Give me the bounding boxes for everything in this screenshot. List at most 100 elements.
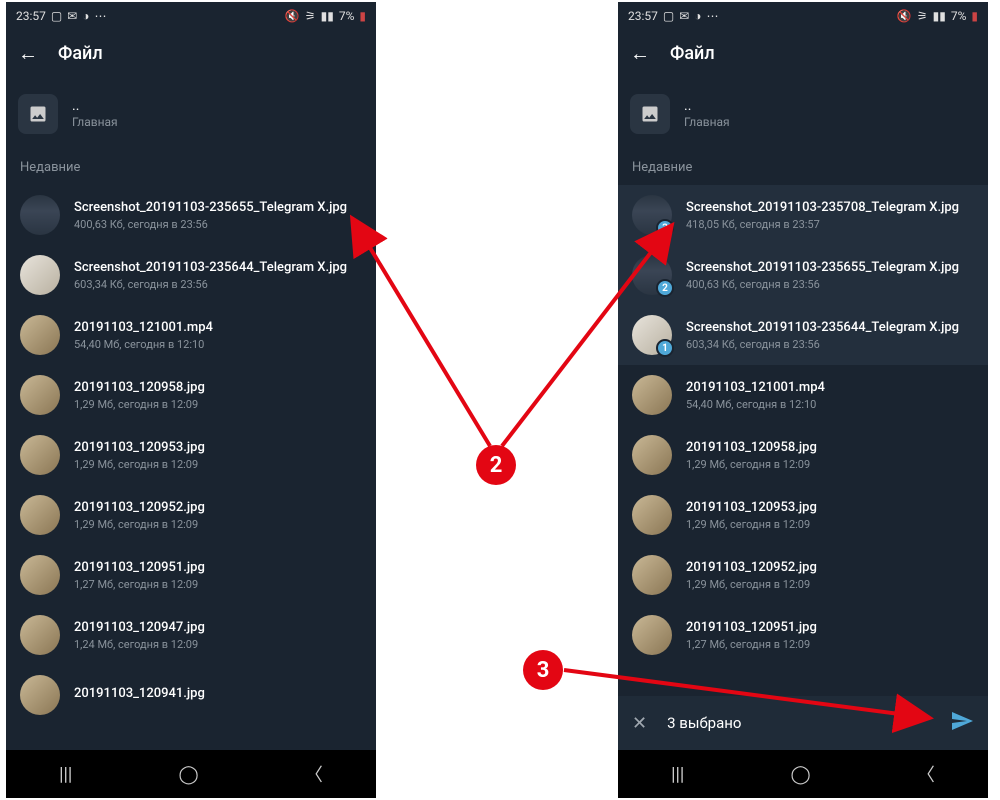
file-row[interactable]: 20191103_120958.jpg 1,29 Мб, сегодня в 12…: [618, 425, 988, 485]
file-row[interactable]: 20191103_120952.jpg1,29 Мб, сегодня в 12…: [618, 545, 988, 605]
file-thumbnail: [20, 675, 60, 715]
file-meta: 1,29 Мб, сегодня в 12:09: [686, 578, 974, 591]
file-thumbnail: 1: [632, 315, 672, 355]
file-meta: 1,29 Мб, сегодня в 12:09: [686, 458, 974, 471]
file-thumbnail: [632, 375, 672, 415]
file-name: 20191103_120953.jpg: [74, 440, 362, 455]
callout-2: 2: [476, 445, 516, 485]
file-meta: 418,05 Кб, сегодня в 23:57: [686, 218, 974, 231]
file-name: Screenshot_20191103-235708_Telegram X.jp…: [686, 200, 974, 215]
home-button[interactable]: ◯: [179, 764, 199, 785]
back-nav-button[interactable]: 〈: [305, 761, 323, 787]
file-list: 3 Screenshot_20191103-235708_Telegram X.j…: [618, 185, 988, 665]
file-thumbnail: [20, 195, 60, 235]
image-icon: [18, 94, 58, 134]
file-thumbnail: [20, 375, 60, 415]
status-time: 23:57: [16, 9, 46, 23]
battery-text: 7%: [951, 9, 967, 23]
mail-icon: ✉: [67, 9, 77, 23]
file-meta: 603,34 Кб, сегодня в 23:56: [74, 278, 362, 291]
file-thumbnail: [20, 435, 60, 475]
section-recent: Недавние: [6, 152, 376, 185]
file-row[interactable]: 20191103_120952.jpg1,29 Мб, сегодня в 12…: [6, 485, 376, 545]
file-row[interactable]: 2 Screenshot_20191103-235655_Telegram X.j…: [618, 245, 988, 305]
file-row[interactable]: 1 Screenshot_20191103-235644_Telegram X.j…: [618, 305, 988, 365]
file-row[interactable]: 20191103_120958.jpg1,29 Мб, сегодня в 12…: [6, 365, 376, 425]
file-row[interactable]: 20191103_120951.jpg1,27 Мб, сегодня в 12…: [618, 605, 988, 665]
section-recent: Недавние: [618, 152, 988, 185]
wifi-icon: ⚞: [917, 9, 928, 23]
file-thumbnail: [20, 615, 60, 655]
page-title: Файл: [58, 43, 103, 64]
file-name: 20191103_121001.mp4: [686, 380, 974, 395]
home-button[interactable]: ◯: [791, 764, 811, 785]
file-meta: 1,29 Мб, сегодня в 12:09: [74, 398, 362, 411]
mute-icon: 🔇: [897, 9, 912, 23]
android-nav-bar: ||| ◯ 〈: [618, 750, 988, 798]
file-thumbnail: 2: [632, 255, 672, 295]
file-row[interactable]: Screenshot_20191103-235655_Telegram X.jp…: [6, 185, 376, 245]
wifi-icon: ⚞: [305, 9, 316, 23]
page-title: Файл: [670, 43, 715, 64]
file-thumbnail: [632, 435, 672, 475]
recents-button[interactable]: |||: [671, 764, 684, 785]
status-bar: 23:57 ▢ ✉ ◑ ⋯ 🔇 ⚞ ▮▮ 7% ▮: [6, 2, 376, 30]
folder-up-row[interactable]: .. Главная: [618, 76, 988, 152]
app-bar: ← Файл: [618, 30, 988, 76]
file-name: Screenshot_20191103-235655_Telegram X.jp…: [686, 260, 974, 275]
file-row[interactable]: Screenshot_20191103-235644_Telegram X.jp…: [6, 245, 376, 305]
file-list: Screenshot_20191103-235655_Telegram X.jp…: [6, 185, 376, 725]
clear-selection-button[interactable]: ✕: [632, 713, 647, 734]
file-row[interactable]: 20191103_120953.jpg 1,29 Мб, сегодня в 12…: [6, 425, 376, 485]
mail-icon: ✉: [679, 9, 689, 23]
back-nav-button[interactable]: 〈: [917, 761, 935, 787]
file-thumbnail: [632, 615, 672, 655]
selection-badge: 1: [656, 339, 674, 357]
recents-button[interactable]: |||: [59, 764, 72, 785]
folder-home-label: Главная: [684, 115, 730, 129]
file-row[interactable]: 20191103_120951.jpg1,27 Мб, сегодня в 12…: [6, 545, 376, 605]
battery-text: 7%: [339, 9, 355, 23]
file-row[interactable]: 20191103_120941.jpg: [6, 665, 376, 725]
send-button[interactable]: [950, 709, 974, 737]
file-thumbnail: [20, 555, 60, 595]
file-meta: 1,29 Мб, сегодня в 12:09: [74, 518, 362, 531]
file-meta: 54,40 Мб, сегодня в 12:10: [686, 398, 974, 411]
back-button[interactable]: ←: [18, 41, 38, 66]
file-thumbnail: [20, 255, 60, 295]
file-row[interactable]: 20191103_120947.jpg 1,24 Мб, сегодня в 12…: [6, 605, 376, 665]
phone-screen-left: 23:57 ▢ ✉ ◑ ⋯ 🔇 ⚞ ▮▮ 7% ▮ ← Файл .. Глав…: [6, 2, 376, 798]
battery-icon: ▮: [359, 9, 366, 23]
file-name: 20191103_120958.jpg: [686, 440, 974, 455]
file-meta: 1,29 Мб, сегодня в 12:09: [74, 458, 362, 471]
file-name: 20191103_120947.jpg: [74, 620, 362, 635]
image-icon: [630, 94, 670, 134]
signal-icon: ▮▮: [933, 9, 946, 23]
file-name: Screenshot_20191103-235655_Telegram X.jp…: [74, 200, 362, 215]
battery-icon: ▮: [971, 9, 978, 23]
android-nav-bar: ||| ◯ 〈: [6, 750, 376, 798]
file-thumbnail: [20, 315, 60, 355]
file-name: 20191103_120951.jpg: [74, 560, 362, 575]
folder-up-row[interactable]: .. Главная: [6, 76, 376, 152]
selection-badge: 2: [656, 279, 674, 297]
more-icon: ⋯: [707, 9, 719, 23]
file-meta: 1,24 Мб, сегодня в 12:09: [74, 638, 362, 651]
selection-badge: 3: [656, 219, 674, 237]
file-name: 20191103_120953.jpg: [686, 500, 974, 515]
file-row[interactable]: 20191103_121001.mp454,40 Мб, сегодня в 1…: [6, 305, 376, 365]
file-row[interactable]: 20191103_120953.jpg 1,29 Мб, сегодня в 12…: [618, 485, 988, 545]
file-meta: 1,29 Мб, сегодня в 12:09: [686, 518, 974, 531]
file-name: Screenshot_20191103-235644_Telegram X.jp…: [686, 320, 974, 335]
file-thumbnail: 3: [632, 195, 672, 235]
telegram-icon: ◑: [694, 9, 701, 23]
gallery-icon: ▢: [51, 9, 62, 23]
file-row[interactable]: 20191103_121001.mp4 54,40 Мб, сегодня в 1…: [618, 365, 988, 425]
file-meta: 54,40 Мб, сегодня в 12:10: [74, 338, 362, 351]
file-name: Screenshot_20191103-235644_Telegram X.jp…: [74, 260, 362, 275]
file-row[interactable]: 3 Screenshot_20191103-235708_Telegram X.j…: [618, 185, 988, 245]
file-name: 20191103_120951.jpg: [686, 620, 974, 635]
folder-up-label: ..: [684, 99, 730, 113]
back-button[interactable]: ←: [630, 41, 650, 66]
file-thumbnail: [632, 555, 672, 595]
